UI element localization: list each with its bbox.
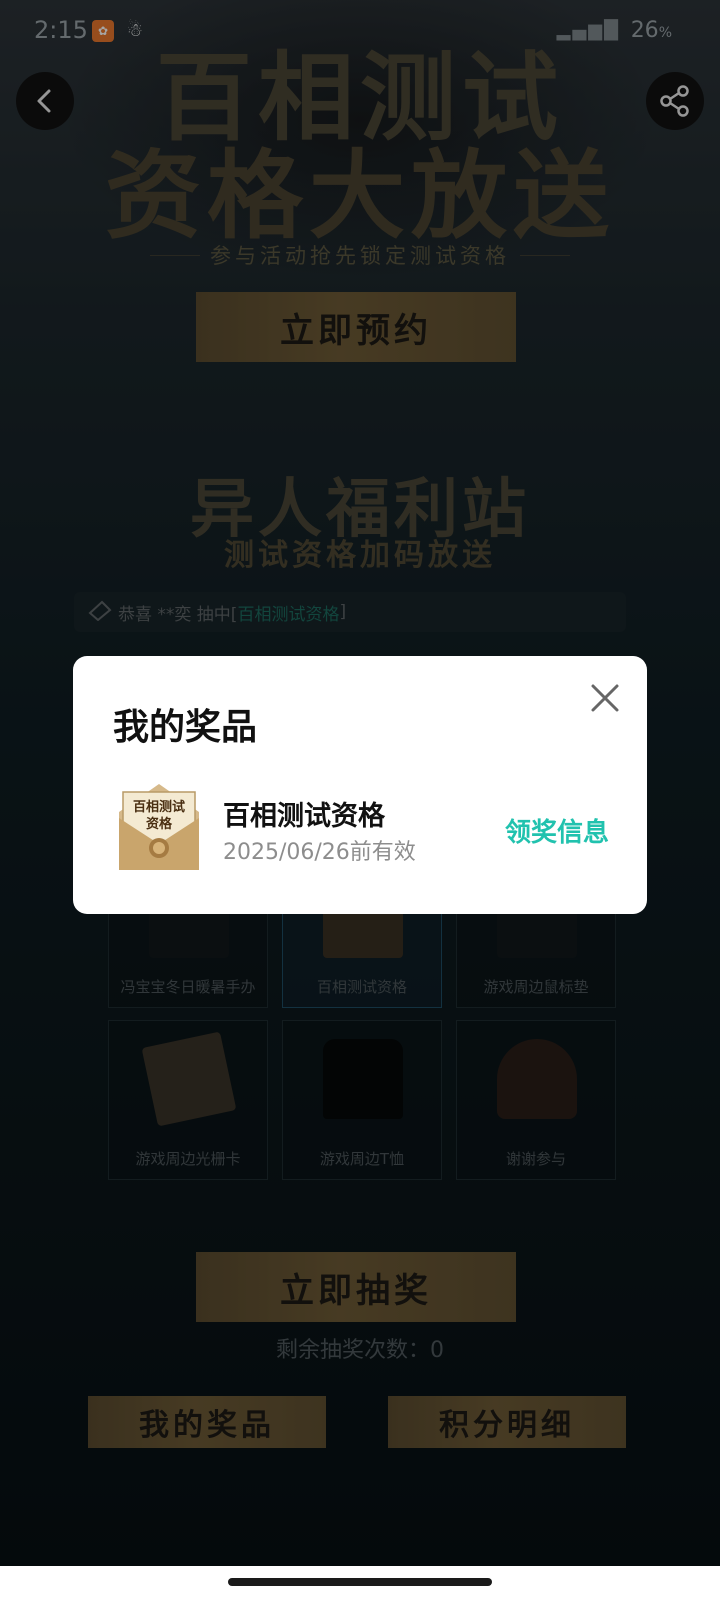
home-indicator[interactable] [228, 1578, 492, 1586]
thumb-text-1: 百相测试 [133, 799, 185, 815]
dialog-title: 我的奖品 [113, 707, 258, 748]
prize-thumbnail: 百相测试 资格 [113, 778, 205, 874]
close-button[interactable] [585, 678, 625, 718]
screen: 2:15 ✿ ☃ ▂▄▆█ 26% 百相测试 资格大放送 参与活动抢先锁定测试资… [0, 0, 720, 1600]
close-icon [591, 684, 619, 712]
prize-name: 百相测试资格 [223, 801, 385, 832]
my-prizes-dialog: 我的奖品 百相测试 资格 百相测试资格 2025/06/26前有效 领奖信息 [73, 656, 647, 914]
thumb-text-2: 资格 [146, 816, 173, 832]
prize-validity: 2025/06/26前有效 [223, 840, 416, 865]
envelope-icon: 百相测试 资格 [119, 784, 199, 870]
claim-info-link[interactable]: 领奖信息 [505, 812, 609, 849]
